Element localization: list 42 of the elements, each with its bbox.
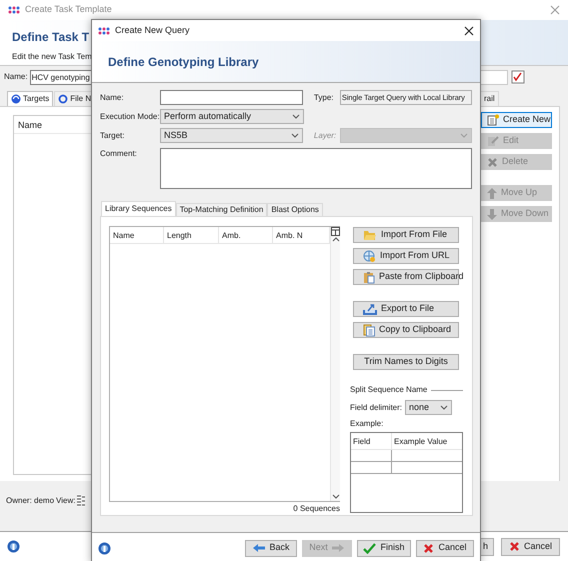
tab[interactable]: Top-Matching Definition bbox=[176, 203, 268, 216]
button[interactable]: Back bbox=[245, 540, 297, 556]
tab[interactable]: Blast Options bbox=[267, 203, 323, 216]
button[interactable]: Trim Names to Digits bbox=[353, 354, 459, 370]
field-label: Layer: bbox=[314, 130, 338, 142]
view-label: View: bbox=[56, 495, 76, 507]
column-header[interactable]: Name bbox=[110, 227, 164, 243]
field-label: Example: bbox=[350, 418, 384, 430]
button[interactable]: Export to File bbox=[353, 301, 459, 317]
button[interactable]: Cancel bbox=[416, 540, 474, 556]
button[interactable]: Import From File bbox=[353, 227, 459, 243]
dialog-heading: Define Genotyping Library bbox=[108, 54, 259, 70]
window-title: Create New Query bbox=[115, 24, 190, 37]
group-title: Split Sequence Name bbox=[350, 384, 428, 396]
button[interactable]: Create New bbox=[481, 112, 552, 128]
name-field[interactable]: HCV genotyping bbox=[30, 70, 91, 84]
field-label: Name: bbox=[100, 92, 125, 104]
button[interactable]: Copy to Clipboard bbox=[353, 322, 459, 338]
field-label: Name: bbox=[4, 71, 28, 83]
button[interactable]: Cancel bbox=[501, 538, 560, 556]
column-header[interactable]: Example Value bbox=[392, 433, 462, 449]
tab[interactable]: rail bbox=[481, 91, 499, 106]
button[interactable]: Finish bbox=[357, 540, 411, 556]
sequence-count: 0 Sequences bbox=[293, 503, 340, 515]
field-label: Comment: bbox=[100, 148, 138, 160]
owner-label: Owner: demo bbox=[6, 495, 54, 507]
page-heading: Define Task T bbox=[12, 30, 90, 44]
button[interactable]: Import From URL bbox=[353, 248, 459, 264]
column-header[interactable]: Amb. bbox=[219, 227, 273, 243]
window-title: Create Task Template bbox=[25, 3, 112, 16]
execution-mode-dropdown[interactable]: Perform automatically bbox=[160, 109, 304, 124]
button[interactable]: h bbox=[481, 538, 494, 556]
column-header[interactable]: Field bbox=[351, 433, 392, 449]
field-label: Type: bbox=[314, 92, 334, 104]
column-header[interactable]: Length bbox=[164, 227, 219, 243]
target-dropdown[interactable]: NS5B bbox=[160, 128, 303, 143]
tab[interactable]: Targets bbox=[7, 91, 54, 106]
delimiter-dropdown[interactable]: none bbox=[405, 400, 452, 415]
field-label: Execution Mode: bbox=[100, 110, 160, 122]
field-label: Field delimiter: bbox=[350, 402, 402, 414]
field-label: Target: bbox=[100, 130, 126, 142]
tab[interactable]: Library Sequences bbox=[101, 201, 176, 216]
